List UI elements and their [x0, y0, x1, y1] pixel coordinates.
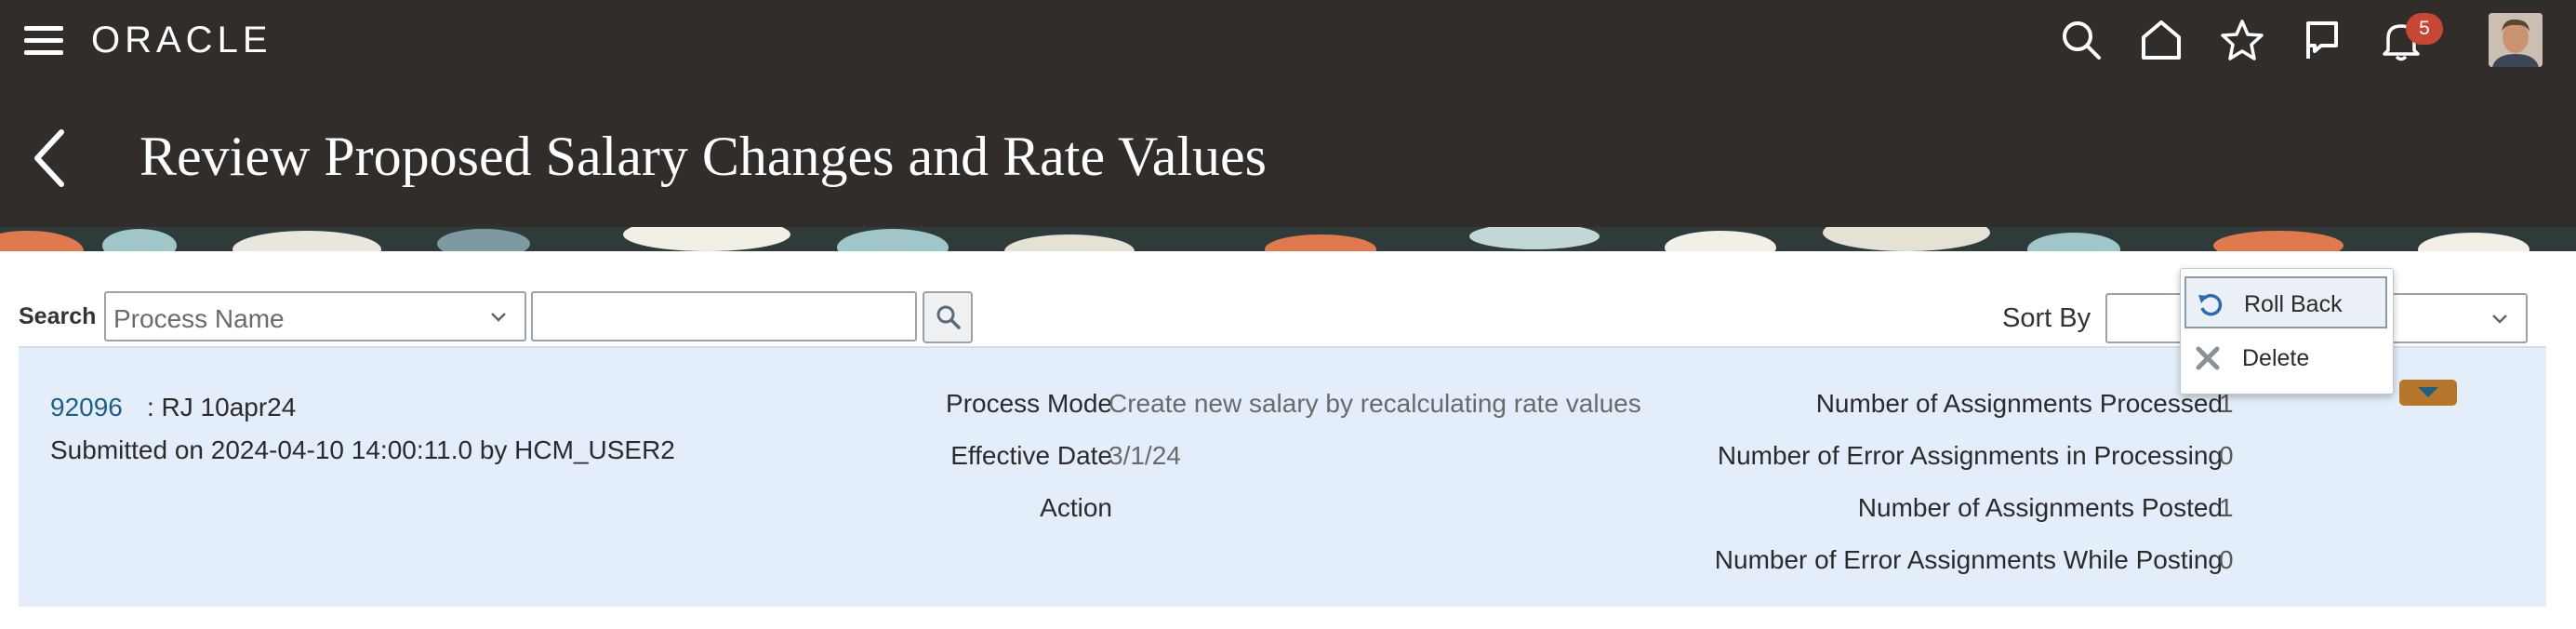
top-navigation-bar: ORACLE 5	[0, 0, 2576, 84]
effective-date-value: 3/1/24	[1109, 441, 1181, 470]
request-id-link[interactable]: 92096	[50, 393, 123, 422]
error-posting-label: Number of Error Assignments While Postin…	[1714, 545, 2223, 574]
actions-popup-menu: Roll Back Delete	[2180, 268, 2394, 395]
action-label: Action	[1040, 493, 1112, 522]
search-field-select[interactable]: Process Name	[104, 291, 526, 341]
favorites-star-icon[interactable]	[2219, 17, 2265, 63]
navigator-menu-icon[interactable]	[24, 24, 63, 56]
notifications-count-badge: 5	[2406, 13, 2443, 45]
delete-icon	[2196, 346, 2220, 370]
effective-date-label: Effective Date	[950, 441, 1112, 470]
search-icon	[936, 305, 961, 329]
actions-dropdown-button[interactable]	[2399, 380, 2457, 406]
menu-item-delete[interactable]: Delete	[2184, 332, 2387, 384]
triangle-down-icon	[2418, 387, 2438, 397]
rollback-icon	[2198, 293, 2223, 316]
error-posting-value: 0	[2219, 545, 2234, 574]
home-icon[interactable]	[2138, 17, 2184, 63]
decorative-banner	[0, 227, 2576, 251]
assignments-processed-label: Number of Assignments Processed	[1815, 389, 2223, 418]
search-label: Search	[19, 303, 97, 329]
chevron-down-icon	[491, 313, 506, 322]
page-title: Review Proposed Salary Changes and Rate …	[139, 126, 1267, 187]
error-processing-label: Number of Error Assignments in Processin…	[1717, 441, 2223, 470]
page-header: Review Proposed Salary Changes and Rate …	[0, 102, 2576, 214]
assignments-posted-value: 1	[2219, 493, 2234, 522]
menu-item-label: Delete	[2242, 345, 2310, 371]
sort-by-label: Sort By	[2002, 303, 2091, 333]
search-icon[interactable]	[2058, 17, 2105, 63]
assignments-posted-label: Number of Assignments Posted	[1857, 493, 2223, 522]
user-avatar[interactable]	[2489, 13, 2543, 67]
oracle-logo[interactable]: ORACLE	[91, 17, 272, 63]
submitted-info: Submitted on 2024-04-10 14:00:11.0 by HC…	[50, 435, 675, 464]
process-mode-value: Create new salary by recalculating rate …	[1109, 389, 1641, 418]
process-mode-label: Process Mode	[946, 389, 1112, 418]
request-name: : RJ 10apr24	[147, 393, 297, 422]
search-input[interactable]	[531, 291, 917, 341]
result-list-item[interactable]: 92096 : RJ 10apr24 Submitted on 2024-04-…	[19, 346, 2546, 607]
menu-item-roll-back[interactable]: Roll Back	[2184, 276, 2387, 328]
global-header: ORACLE 5 Review Proposed Salary Changes …	[0, 0, 2576, 227]
back-chevron-icon[interactable]	[28, 125, 74, 192]
menu-item-label: Roll Back	[2244, 291, 2343, 317]
watchlist-flag-icon[interactable]	[2299, 17, 2345, 63]
error-processing-value: 0	[2219, 441, 2234, 470]
search-button[interactable]	[923, 291, 973, 343]
chevron-down-icon	[2492, 314, 2507, 324]
search-field-value: Process Name	[113, 304, 285, 333]
